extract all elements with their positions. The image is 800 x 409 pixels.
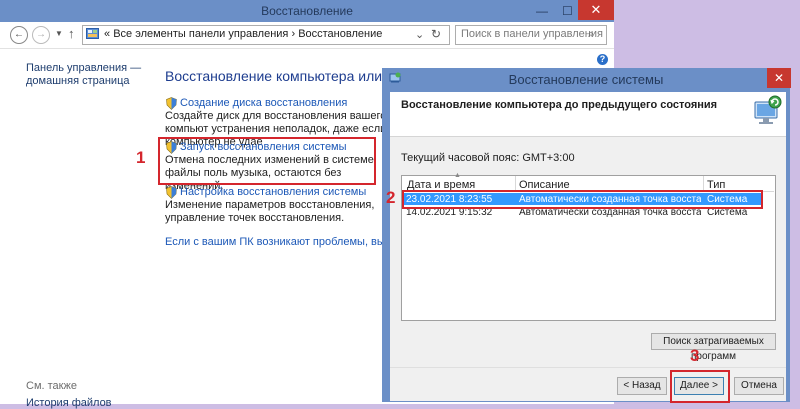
breadcrumb-current[interactable]: Восстановление	[298, 28, 382, 40]
sidebar-file-history-link[interactable]: История файлов	[26, 397, 112, 409]
forward-arrow-icon[interactable]: →	[32, 26, 50, 44]
sidebar-home-link[interactable]: Панель управления — домашняя страница	[26, 62, 146, 88]
step-number-3: 3	[690, 346, 700, 365]
back-arrow-icon[interactable]: ←	[10, 26, 28, 44]
breadcrumb-overflow[interactable]: «	[104, 28, 110, 40]
shield-icon	[166, 97, 177, 110]
sort-ascending-icon: ▲	[454, 172, 461, 179]
dialog-heading: Восстановление компьютера до предыдущего…	[401, 99, 718, 111]
configure-system-restore-link[interactable]: Настройка восстановления системы	[180, 186, 366, 198]
callout-box-step3	[670, 370, 730, 403]
cancel-button[interactable]: Отмена	[734, 377, 784, 395]
dialog-close-button[interactable]: ✕	[767, 68, 791, 88]
step-number-1: 1	[136, 148, 146, 167]
breadcrumb: « Все элементы панели управления › Восст…	[104, 28, 382, 40]
refresh-icon[interactable]: ↻	[431, 27, 441, 41]
column-divider[interactable]	[703, 176, 704, 191]
minimize-button[interactable]: —	[536, 4, 550, 18]
control-panel-icon	[86, 28, 99, 39]
scan-affected-programs-button[interactable]: Поиск затрагиваемых программ	[651, 333, 776, 362]
callout-box-step1	[158, 137, 376, 185]
configure-system-restore-description: Изменение параметров восстановления, упр…	[165, 199, 375, 224]
breadcrumb-separator: ›	[291, 28, 296, 40]
address-dropdown-icon[interactable]: ⌄	[415, 28, 424, 41]
help-icon[interactable]: ?	[597, 54, 608, 65]
search-icon[interactable]: ⌕	[588, 28, 594, 41]
callout-box-step2	[402, 190, 763, 209]
window-title: Восстановление	[261, 4, 353, 18]
breadcrumb-root[interactable]: Все элементы панели управления	[113, 28, 288, 40]
search-placeholder: Поиск в панели управления	[461, 28, 603, 40]
column-divider[interactable]	[515, 176, 516, 191]
step-number-2: 2	[386, 188, 396, 207]
shield-icon	[166, 186, 177, 199]
dialog-title: Восстановление системы	[508, 72, 664, 87]
see-also-label: См. также	[26, 380, 77, 392]
timezone-label: Текущий часовой пояс: GMT+3:00	[401, 152, 575, 164]
computer-restore-icon	[754, 95, 782, 124]
create-recovery-drive-link[interactable]: Создание диска восстановления	[180, 97, 347, 109]
recent-pages-chevron-icon[interactable]: ▼	[55, 29, 63, 38]
back-button[interactable]: < Назад	[617, 377, 667, 395]
maximize-button[interactable]: ☐	[562, 4, 576, 18]
close-button[interactable]: ✕	[578, 0, 614, 20]
up-arrow-icon[interactable]: ↑	[68, 26, 75, 41]
